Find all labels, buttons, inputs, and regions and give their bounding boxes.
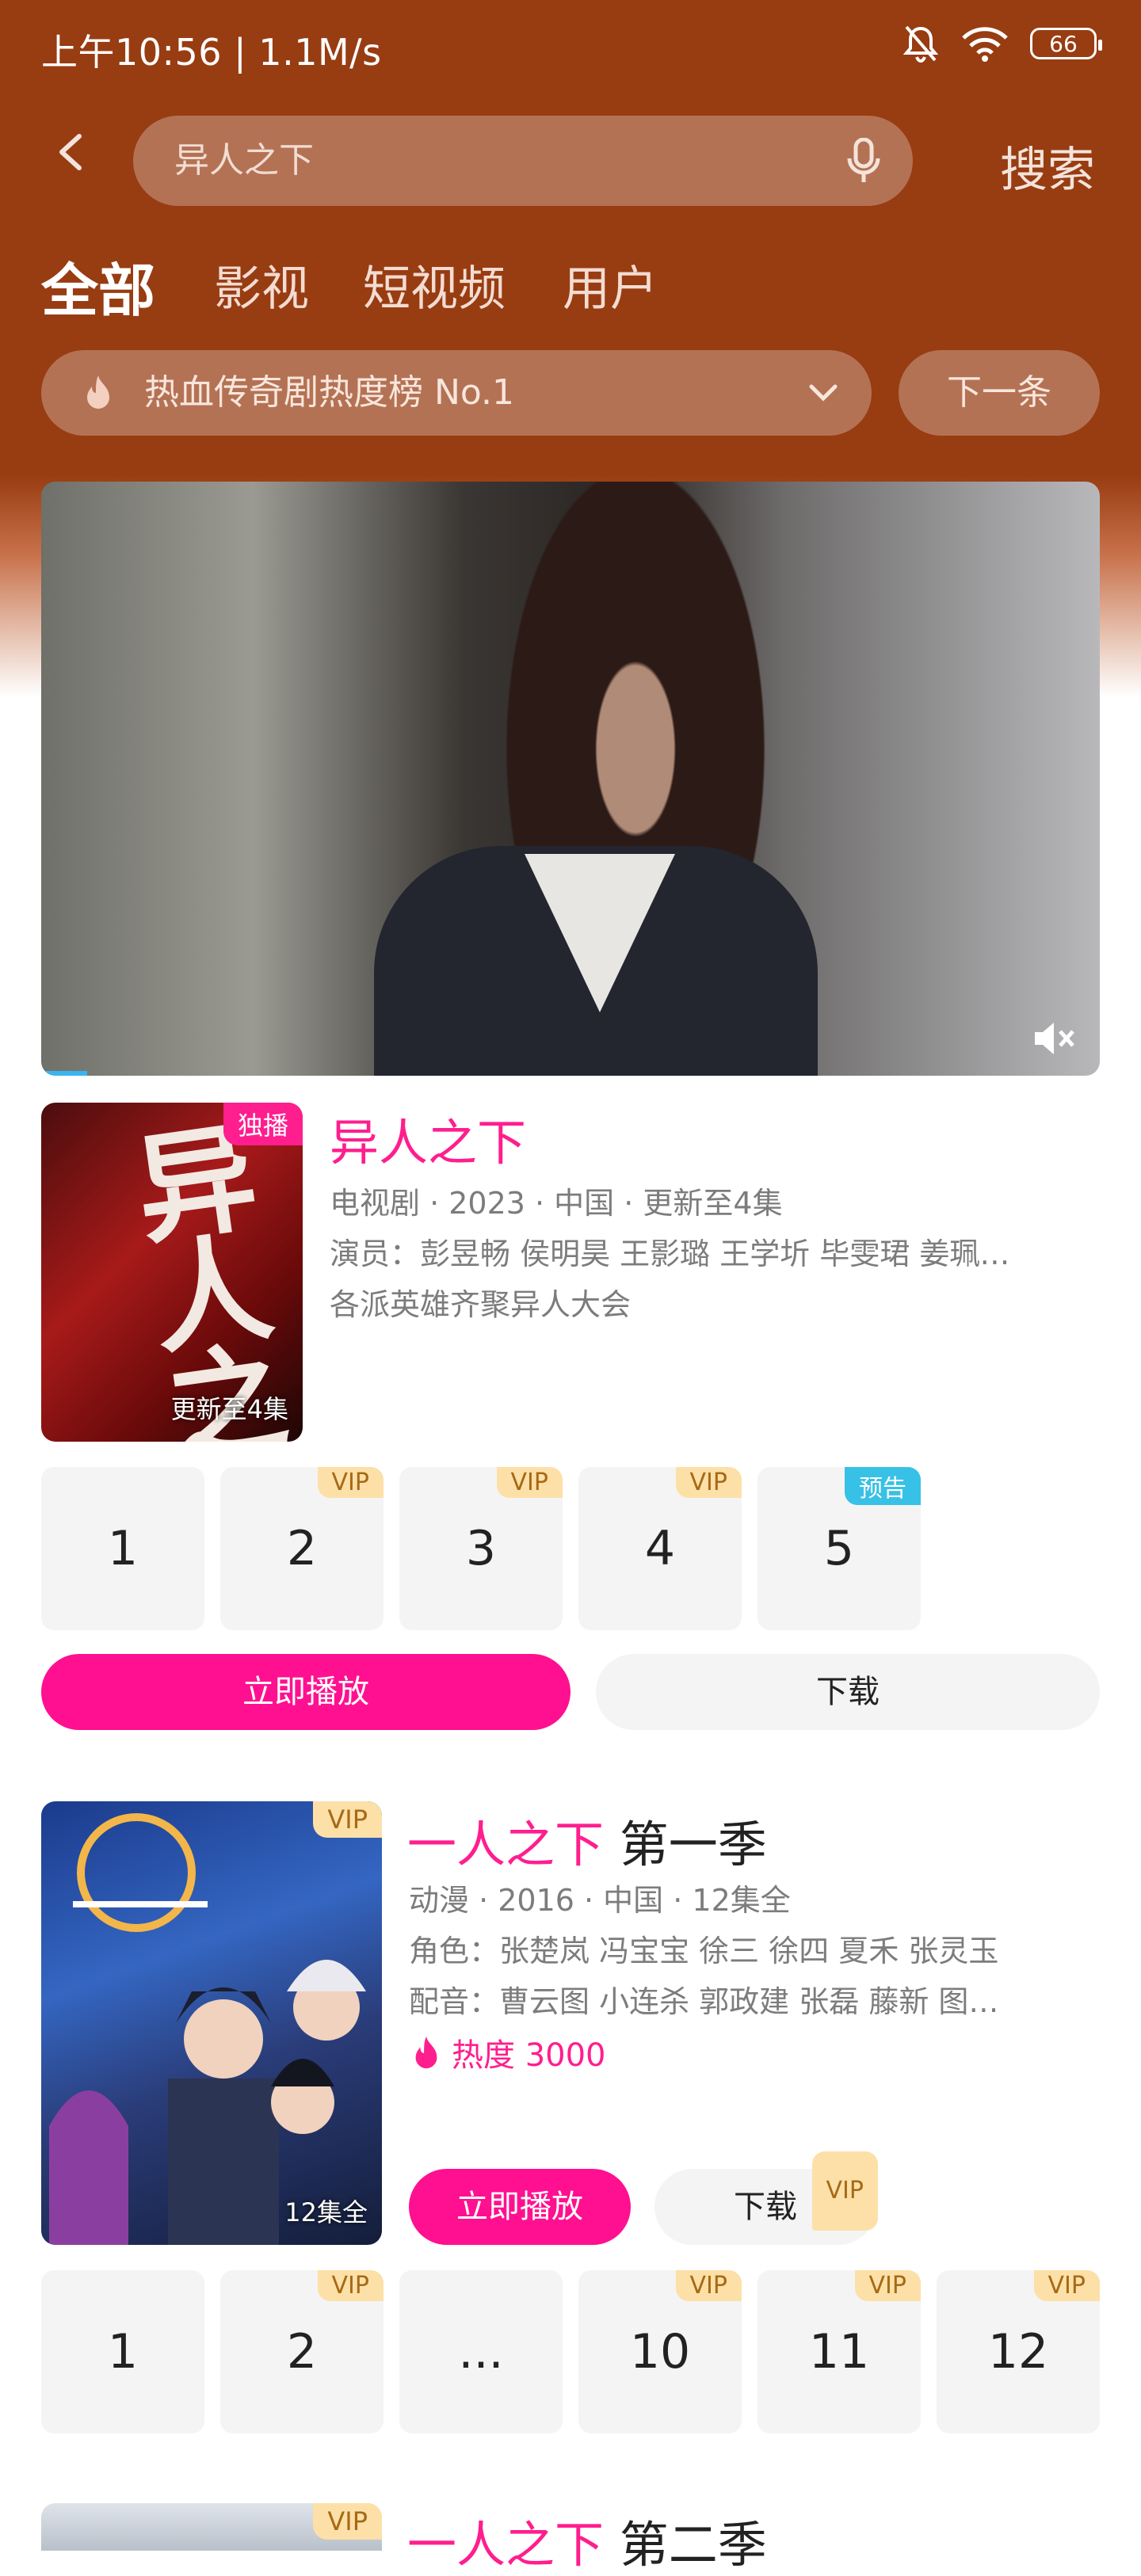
title-season: 第一季 xyxy=(604,1816,767,1873)
result-voices: 配音：曹云图 小连杀 郭政建 张磊 藤新 图… xyxy=(409,1984,999,2019)
video-player[interactable] xyxy=(41,482,1100,1076)
microphone-icon[interactable] xyxy=(846,138,881,184)
result-poster[interactable]: VIP 12集全 xyxy=(41,1801,382,2245)
episode-tile[interactable]: 11 VIP xyxy=(757,2270,921,2433)
vip-badge: VIP xyxy=(317,2270,384,2301)
wifi-icon xyxy=(962,27,1008,62)
flame-icon xyxy=(415,2036,437,2069)
hot-ranking-text: 热血传奇剧热度榜 No.1 xyxy=(144,372,515,413)
episode-number: 3 xyxy=(465,1521,497,1576)
status-icons: 66 xyxy=(902,24,1102,63)
episode-tile[interactable]: 3 VIP xyxy=(399,1467,563,1630)
bell-muted-icon xyxy=(902,25,939,63)
vip-badge: VIP xyxy=(496,1467,563,1498)
episode-tile[interactable]: 10 VIP xyxy=(578,2270,742,2433)
vip-badge: VIP xyxy=(313,1801,382,1838)
vip-badge: VIP xyxy=(675,2270,742,2301)
result-cast: 演员：彭昱畅 侯明昊 王影璐 王学圻 毕雯珺 姜珮… xyxy=(330,1237,1010,1271)
result-meta: 动漫 · 2016 · 中国 · 12集全 xyxy=(409,1883,791,1918)
vip-badge: VIP xyxy=(811,2151,878,2231)
vip-badge: VIP xyxy=(317,1467,384,1498)
heat-score: 热度 3000 xyxy=(412,2029,606,2075)
episode-tile[interactable]: 2 VIP xyxy=(220,1467,384,1630)
heat-text: 热度 3000 xyxy=(452,2037,606,2074)
download-label: 下载 xyxy=(734,2189,797,2225)
vip-badge: VIP xyxy=(675,1467,742,1498)
search-button[interactable]: 搜索 xyxy=(1000,131,1095,200)
result-meta: 电视剧 · 2023 · 中国 · 更新至4集 xyxy=(330,1186,783,1221)
episode-tile[interactable]: 12 VIP xyxy=(937,2270,1100,2433)
download-button[interactable]: 下载 xyxy=(596,1654,1100,1730)
search-input[interactable] xyxy=(174,116,808,206)
episode-number: 1 xyxy=(107,1521,139,1576)
vip-badge: VIP xyxy=(313,2503,382,2540)
episode-number: ... xyxy=(458,2324,504,2380)
play-now-button[interactable]: 立即播放 xyxy=(41,1654,570,1730)
next-button[interactable]: 下一条 xyxy=(899,350,1100,436)
episode-number: 10 xyxy=(629,2324,691,2380)
episode-tile[interactable]: 5 预告 xyxy=(757,1467,921,1630)
episode-list: 1 2 VIP 3 VIP 4 VIP 5 预告 xyxy=(41,1467,1100,1630)
tab-film[interactable]: 影视 xyxy=(214,250,309,319)
result-title[interactable]: 一人之下 第一季 xyxy=(407,1804,767,1876)
episode-number: 2 xyxy=(286,1521,318,1576)
episode-number: 1 xyxy=(107,2324,139,2380)
trailer-badge: 预告 xyxy=(845,1467,921,1505)
hot-ranking-dropdown[interactable]: 热血传奇剧热度榜 No.1 xyxy=(41,350,872,436)
episode-list: 1 2 VIP ... 10 VIP 11 VIP 12 VIP xyxy=(41,2270,1100,2433)
episode-tile[interactable]: 1 xyxy=(41,1467,204,1630)
episode-tile[interactable]: 2 VIP xyxy=(220,2270,384,2433)
title-season: 第二季 xyxy=(604,2516,767,2574)
video-progress-bar xyxy=(41,1071,87,1076)
status-time: 上午10:56 | 1.1M/s xyxy=(41,31,382,74)
episode-tile[interactable]: 4 VIP xyxy=(578,1467,742,1630)
exclusive-badge: 独播 xyxy=(223,1103,303,1145)
battery-icon: 66 xyxy=(1030,28,1102,59)
episode-number: 12 xyxy=(987,2324,1049,2380)
episode-tile-more[interactable]: ... xyxy=(399,2270,563,2433)
result-poster[interactable]: VIP xyxy=(41,2503,382,2551)
tab-short-video[interactable]: 短视频 xyxy=(363,250,506,319)
title-highlight: 一人之下 xyxy=(407,1816,605,1873)
vip-badge: VIP xyxy=(1033,2270,1100,2301)
result-title[interactable]: 异人之下 xyxy=(330,1103,526,1174)
anime-poster-art xyxy=(49,1813,366,2245)
result-description: 各派英雄齐聚异人大会 xyxy=(330,1287,632,1322)
back-arrow-icon[interactable] xyxy=(52,133,90,171)
result-poster[interactable]: 异人之下 独播 更新至4集 xyxy=(41,1103,303,1442)
episode-number: 2 xyxy=(286,2324,318,2380)
episode-tile[interactable]: 1 xyxy=(41,2270,204,2433)
vip-badge: VIP xyxy=(854,2270,921,2301)
tab-all[interactable]: 全部 xyxy=(41,244,155,327)
title-highlight: 一人之下 xyxy=(407,2516,605,2574)
tab-users[interactable]: 用户 xyxy=(563,250,658,319)
chevron-down-icon xyxy=(809,384,838,402)
download-button[interactable]: 下载 VIP xyxy=(654,2151,878,2245)
flame-icon xyxy=(87,375,109,409)
mute-icon[interactable] xyxy=(1032,1019,1076,1058)
poster-caption: 更新至4集 xyxy=(170,1394,288,1424)
episode-number: 11 xyxy=(808,2324,870,2380)
poster-caption: 12集全 xyxy=(284,2197,368,2227)
result-roles: 角色：张楚岚 冯宝宝 徐三 徐四 夏禾 张灵玉 xyxy=(409,1934,999,1968)
episode-number: 5 xyxy=(823,1521,855,1576)
episode-number: 4 xyxy=(644,1521,676,1576)
result-title[interactable]: 一人之下 第二季 xyxy=(407,2505,767,2576)
play-now-button[interactable]: 立即播放 xyxy=(409,2169,631,2245)
search-bar[interactable] xyxy=(133,116,913,206)
